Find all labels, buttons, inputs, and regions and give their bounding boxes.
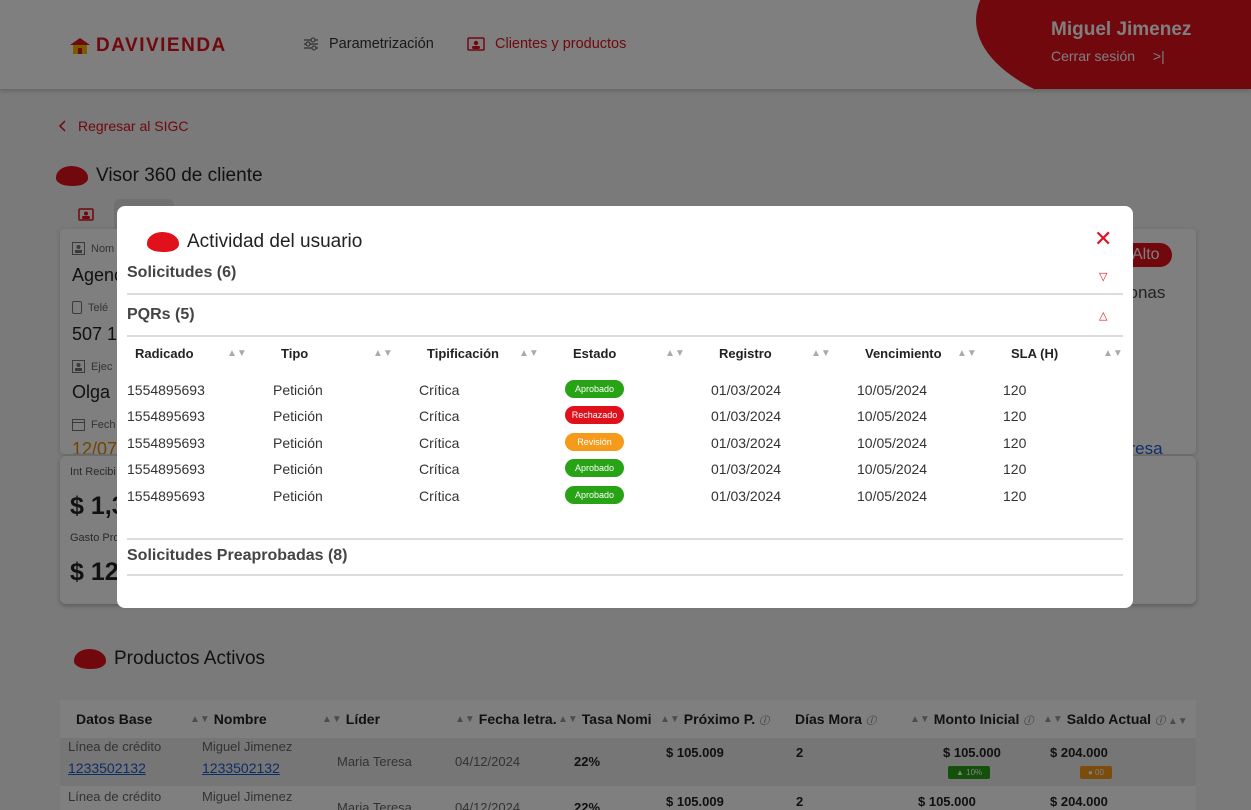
cell-sla: 120 <box>1003 488 1027 504</box>
modal-title-text: Actividad del usuario <box>187 231 363 252</box>
status-badge: Aprobado <box>565 459 624 477</box>
table-row[interactable]: 1554895693 Petición Crítica Rechazado 01… <box>127 406 1123 428</box>
status-badge: Revisión <box>565 433 624 451</box>
status-badge: Rechazado <box>565 406 624 424</box>
status-badge: Aprobado <box>565 486 624 504</box>
cell-registro: 01/03/2024 <box>711 461 782 477</box>
cell-tipificacion: Crítica <box>419 382 460 398</box>
cell-tipo: Petición <box>273 408 323 424</box>
cell-sla: 120 <box>1003 435 1027 451</box>
cell-tipo: Petición <box>273 382 323 398</box>
modal-title: Actividad del usuario <box>147 231 362 253</box>
col-estado[interactable]: Estado <box>573 346 616 361</box>
cell-radicado: 1554895693 <box>127 488 205 504</box>
divider <box>127 293 1123 295</box>
sort-icon[interactable]: ▲▼ <box>957 348 977 359</box>
chevron-down-icon[interactable]: ▽ <box>1099 270 1107 283</box>
col-vencimiento[interactable]: Vencimiento <box>865 346 942 361</box>
cell-tipificacion: Crítica <box>419 408 460 424</box>
cell-tipificacion: Crítica <box>419 461 460 477</box>
cell-vencimiento: 10/05/2024 <box>857 461 928 477</box>
accordion-pqrs[interactable]: PQRs (5) <box>127 306 1123 324</box>
cell-vencimiento: 10/05/2024 <box>857 435 928 451</box>
cell-vencimiento: 10/05/2024 <box>857 408 928 424</box>
cell-tipo: Petición <box>273 461 323 477</box>
table-row[interactable]: 1554895693 Petición Crítica Revisión 01/… <box>127 433 1123 455</box>
cell-radicado: 1554895693 <box>127 435 205 451</box>
cell-radicado: 1554895693 <box>127 461 205 477</box>
sort-icon[interactable]: ▲▼ <box>1103 348 1123 359</box>
cell-tipificacion: Crítica <box>419 435 460 451</box>
cell-registro: 01/03/2024 <box>711 382 782 398</box>
divider <box>127 538 1123 540</box>
col-registro[interactable]: Registro <box>719 346 772 361</box>
sort-icon[interactable]: ▲▼ <box>373 348 393 359</box>
chevron-up-icon[interactable]: △ <box>1099 309 1107 322</box>
cell-registro: 01/03/2024 <box>711 488 782 504</box>
cell-sla: 120 <box>1003 408 1027 424</box>
col-tipo[interactable]: Tipo <box>281 346 308 361</box>
cell-tipo: Petición <box>273 435 323 451</box>
sort-icon[interactable]: ▲▼ <box>519 348 539 359</box>
cell-sla: 120 <box>1003 461 1027 477</box>
accordion-preaprobadas[interactable]: Solicitudes Preaprobadas (8) <box>127 547 1123 565</box>
cell-radicado: 1554895693 <box>127 382 205 398</box>
cell-sla: 120 <box>1003 382 1027 398</box>
sort-icon[interactable]: ▲▼ <box>665 348 685 359</box>
col-radicado[interactable]: Radicado <box>135 346 194 361</box>
status-badge: Aprobado <box>565 380 624 398</box>
col-sla[interactable]: SLA (H) <box>1011 346 1058 361</box>
cell-vencimiento: 10/05/2024 <box>857 488 928 504</box>
table-row[interactable]: 1554895693 Petición Crítica Aprobado 01/… <box>127 459 1123 481</box>
cell-registro: 01/03/2024 <box>711 408 782 424</box>
cell-tipo: Petición <box>273 488 323 504</box>
cell-tipificacion: Crítica <box>419 488 460 504</box>
activity-modal: Actividad del usuario ✕ Solicitudes (6) … <box>117 206 1133 608</box>
close-icon[interactable]: ✕ <box>1094 226 1112 252</box>
divider <box>127 574 1123 576</box>
cell-registro: 01/03/2024 <box>711 435 782 451</box>
divider <box>127 335 1123 337</box>
sort-icon[interactable]: ▲▼ <box>227 348 247 359</box>
cell-radicado: 1554895693 <box>127 408 205 424</box>
accordion-solicitudes[interactable]: Solicitudes (6) <box>127 264 1123 282</box>
brand-blob-icon <box>147 232 179 252</box>
sort-icon[interactable]: ▲▼ <box>811 348 831 359</box>
col-tipificacion[interactable]: Tipificación <box>427 346 499 361</box>
table-row[interactable]: 1554895693 Petición Crítica Aprobado 01/… <box>127 380 1123 402</box>
table-row[interactable]: 1554895693 Petición Crítica Aprobado 01/… <box>127 486 1123 508</box>
cell-vencimiento: 10/05/2024 <box>857 382 928 398</box>
